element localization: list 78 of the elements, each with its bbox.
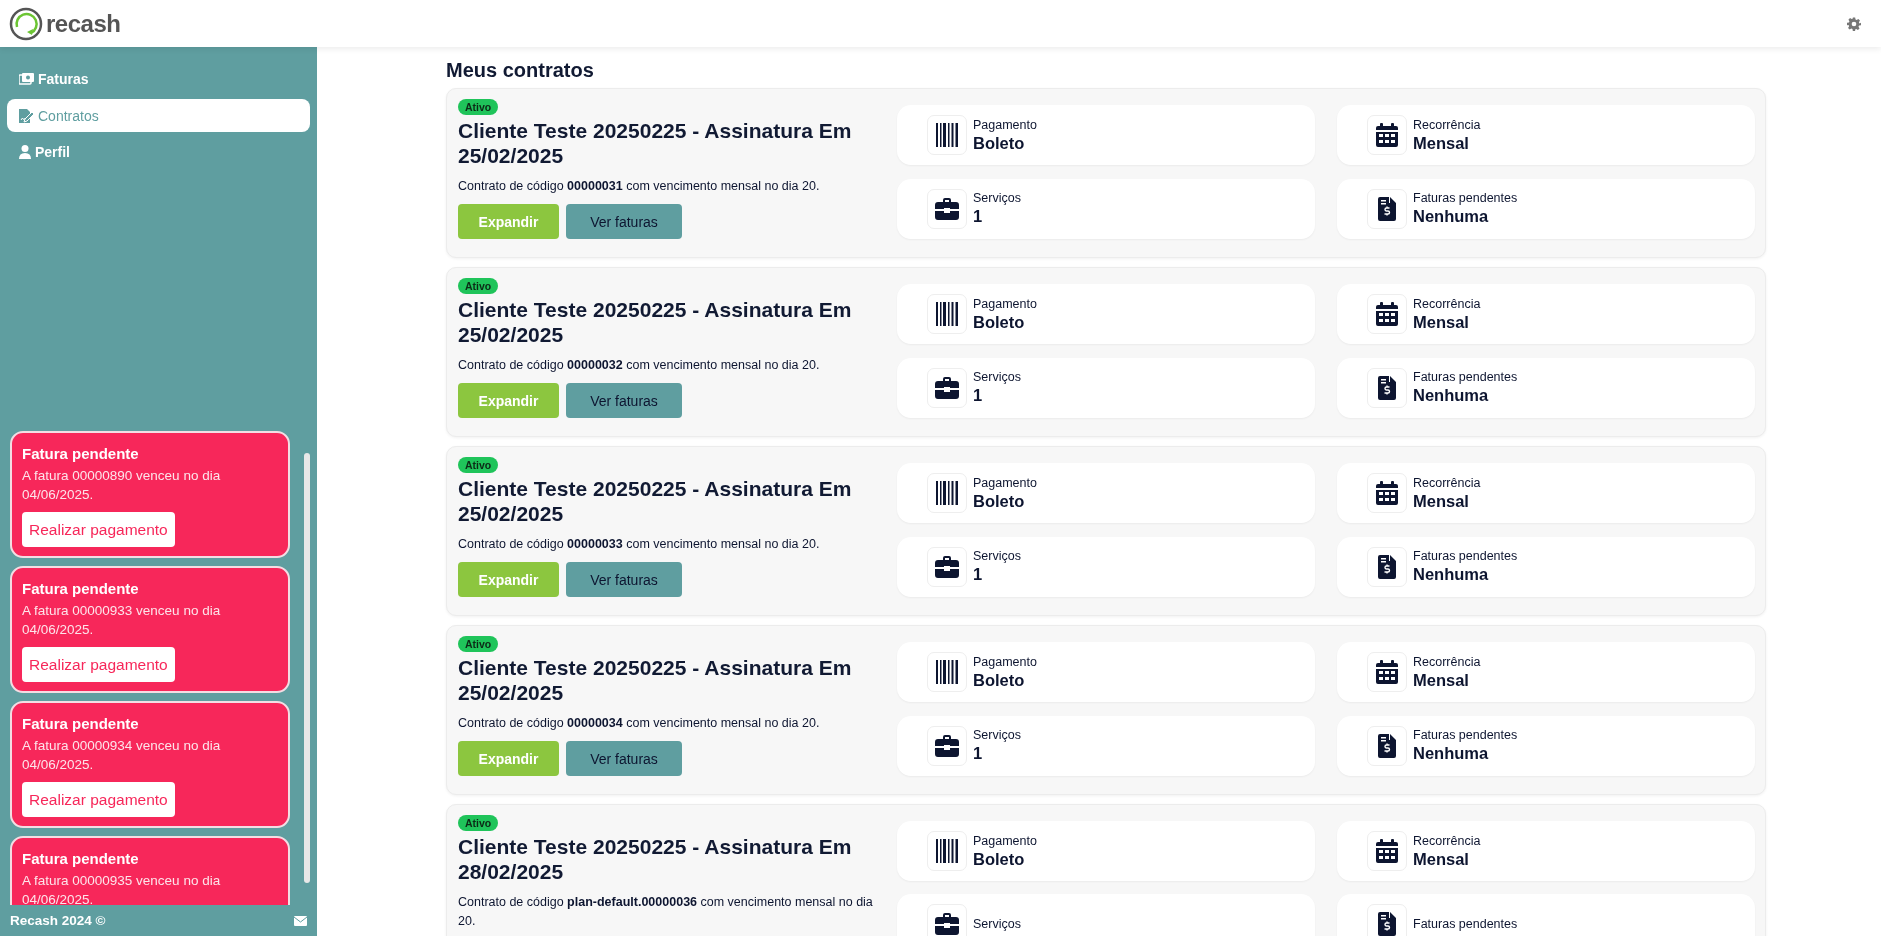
info-value: Mensal: [1413, 133, 1470, 153]
contract-description: Contrato de código 00000032 com vencimento mensal no dia 20.: [458, 357, 820, 374]
nav-item[interactable]: Contratos: [7, 99, 310, 132]
copyright-text: Recash 2024 ©: [10, 913, 106, 928]
notification-title: Fatura pendente: [22, 580, 139, 597]
info-label: Serviços: [973, 728, 1021, 742]
contract-title: Cliente Teste 20250225 - Assinatura Em 25/02/2025: [458, 476, 853, 526]
info-label: Pagamento: [973, 475, 1037, 490]
page-title: Meus contratos: [446, 59, 595, 82]
info-label: Pagamento: [973, 833, 1037, 848]
status-badge: Ativo: [458, 278, 499, 294]
info-label: Faturas pendentes: [1413, 917, 1518, 931]
status-badge: Ativo: [458, 636, 499, 652]
info-value: 1: [973, 386, 984, 405]
info-label: Recorrência: [1413, 117, 1481, 132]
invoices-button[interactable]: Ver faturas: [566, 204, 682, 239]
info-value: Nenhuma: [1413, 744, 1490, 763]
pay-button[interactable]: Realizar pagamento: [22, 782, 175, 817]
notification-title: Fatura pendente: [22, 715, 139, 732]
info-label: Serviços: [973, 549, 1021, 563]
info-value: Boleto: [973, 312, 1026, 332]
info-label: Pagamento: [973, 117, 1037, 132]
contract-description: Contrato de código 00000031 com vencimento mensal no dia 20.: [458, 178, 820, 195]
info-label: Serviços: [973, 917, 1021, 931]
info-value: 1: [973, 744, 984, 763]
invoices-button[interactable]: Ver faturas: [566, 741, 682, 776]
pay-button[interactable]: Realizar pagamento: [22, 647, 175, 682]
info-value: Mensal: [1413, 670, 1470, 690]
info-label: Serviços: [973, 191, 1021, 205]
info-label: Recorrência: [1413, 296, 1481, 311]
info-label: Faturas pendentes: [1413, 191, 1518, 205]
invoices-button[interactable]: Ver faturas: [566, 562, 682, 597]
contract-description: Contrato de código 00000033 com vencimento mensal no dia 20.: [458, 536, 820, 553]
info-value: Boleto: [973, 849, 1026, 869]
info-value: Nenhuma: [1413, 565, 1490, 584]
contract-description: Contrato de código 00000034 com vencimento mensal no dia 20.: [458, 715, 820, 732]
info-value: Boleto: [973, 491, 1026, 511]
nav-item[interactable]: Perfil: [7, 136, 310, 168]
contract-title: Cliente Teste 20250225 - Assinatura Em 25/02/2025: [458, 655, 853, 705]
contract-title: Cliente Teste 20250225 - Assinatura Em 28/02/2025: [458, 834, 853, 884]
info-value: Boleto: [973, 133, 1026, 153]
notification-message: A fatura 00000933 venceu no dia 04/06/2025.: [22, 602, 222, 639]
info-label: Faturas pendentes: [1413, 728, 1518, 742]
contract-description: Contrato de código plan-default.00000036 com vencimento mensal no dia 20.: [458, 894, 874, 930]
expand-button[interactable]: Expandir: [458, 204, 559, 239]
notification-title: Fatura pendente: [22, 445, 139, 462]
info-value: Boleto: [973, 670, 1026, 690]
contract-title: Cliente Teste 20250225 - Assinatura Em 25/02/2025: [458, 118, 853, 168]
info-label: Pagamento: [973, 654, 1037, 669]
pay-button[interactable]: Realizar pagamento: [22, 512, 175, 547]
contract-title: Cliente Teste 20250225 - Assinatura Em 25/02/2025: [458, 297, 853, 347]
info-value: Nenhuma: [1413, 386, 1490, 405]
info-value: Mensal: [1413, 849, 1470, 869]
expand-button[interactable]: Expandir: [458, 383, 559, 418]
info-label: Serviços: [973, 370, 1021, 384]
notification-message: A fatura 00000935 venceu no dia 04/06/2025.: [22, 872, 222, 905]
info-label: Recorrência: [1413, 654, 1481, 669]
notification-message: A fatura 00000890 venceu no dia 04/06/2025.: [22, 467, 222, 504]
info-value: 1: [973, 207, 984, 226]
info-label: Recorrência: [1413, 475, 1481, 490]
invoices-button[interactable]: Ver faturas: [566, 383, 682, 418]
notification-title: Fatura pendente: [22, 850, 139, 867]
status-badge: Ativo: [458, 99, 499, 115]
info-value: Mensal: [1413, 491, 1470, 511]
info-label: Faturas pendentes: [1413, 549, 1518, 563]
expand-button[interactable]: Expandir: [458, 741, 559, 776]
info-value: Nenhuma: [1413, 207, 1490, 226]
status-badge: Ativo: [458, 457, 499, 473]
info-label: Faturas pendentes: [1413, 370, 1518, 384]
logo-text: recash: [46, 9, 121, 38]
info-value: Mensal: [1413, 312, 1470, 332]
info-label: Pagamento: [973, 296, 1037, 311]
info-value: 1: [973, 565, 984, 584]
notification-message: A fatura 00000934 venceu no dia 04/06/2025.: [22, 737, 222, 774]
expand-button[interactable]: Expandir: [458, 562, 559, 597]
nav-item[interactable]: Faturas: [7, 63, 310, 95]
info-label: Recorrência: [1413, 833, 1481, 848]
status-badge: Ativo: [458, 815, 499, 831]
